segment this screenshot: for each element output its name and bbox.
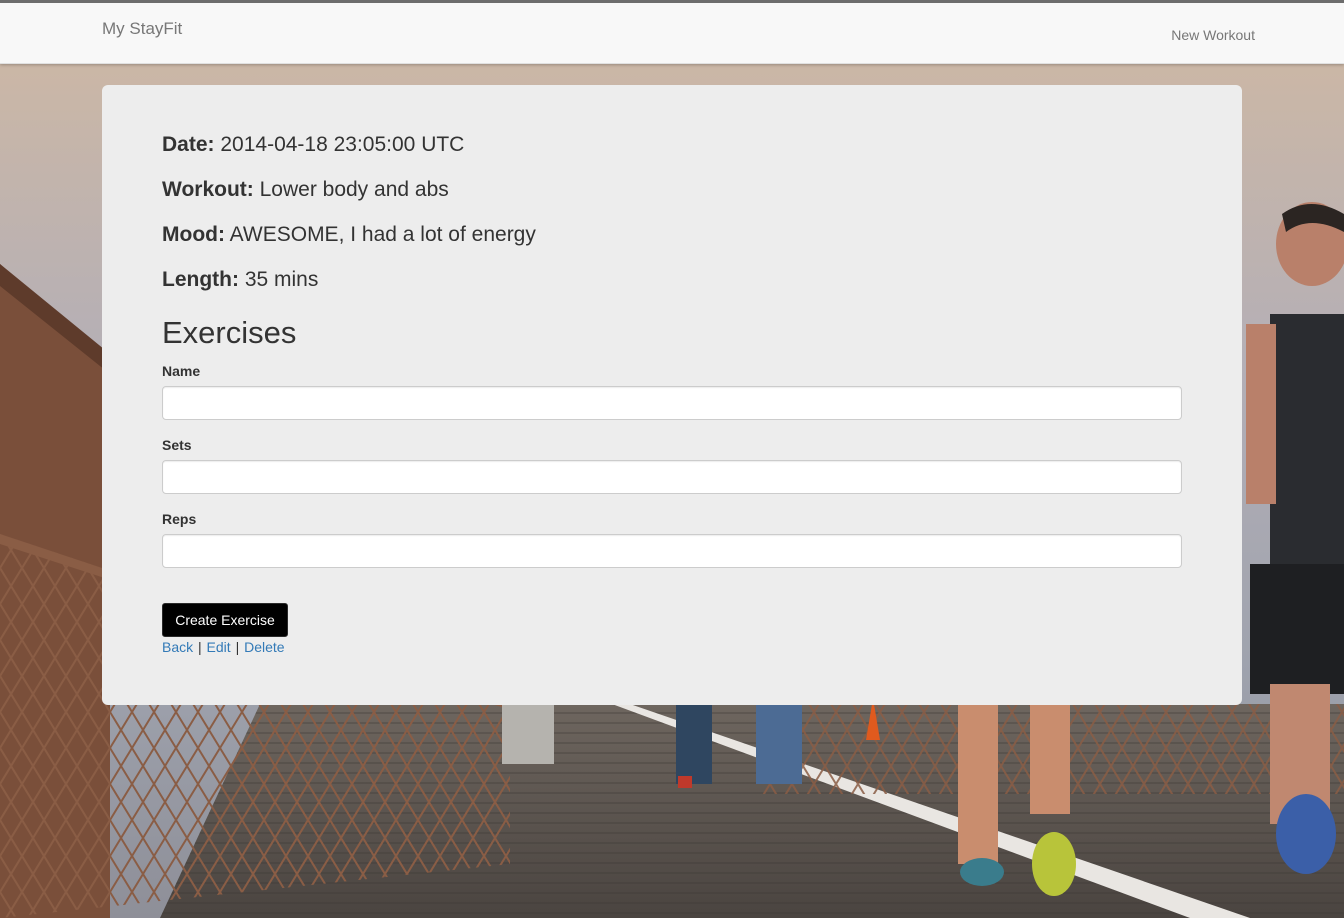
date-label: Date: xyxy=(162,133,215,156)
name-label: Name xyxy=(162,363,201,379)
brand-link[interactable]: My StayFit xyxy=(102,19,182,39)
sets-label: Sets xyxy=(162,437,192,453)
length-value: 35 mins xyxy=(244,268,319,291)
reps-label: Reps xyxy=(162,511,197,527)
mood-value: AWESOME, I had a lot of energy xyxy=(229,223,536,246)
length-label: Length: xyxy=(162,268,239,291)
workout-value: Lower body and abs xyxy=(259,178,449,201)
back-link[interactable]: Back xyxy=(162,639,193,655)
date-value: 2014-04-18 23:05:00 UTC xyxy=(220,133,465,156)
mood-label: Mood: xyxy=(162,223,225,246)
action-links: Back | Edit | Delete xyxy=(162,639,285,655)
create-exercise-button[interactable]: Create Exercise xyxy=(162,603,288,637)
delete-link[interactable]: Delete xyxy=(244,639,284,655)
top-navbar: My StayFit New Workout xyxy=(0,0,1344,64)
workout-date: Date: 2014-04-18 23:05:00 UTC xyxy=(162,133,464,157)
workout-mood: Mood: AWESOME, I had a lot of energy xyxy=(162,223,536,247)
edit-link[interactable]: Edit xyxy=(207,639,231,655)
exercise-name-input[interactable] xyxy=(162,386,1182,420)
link-separator: | xyxy=(235,639,240,655)
workout-detail-panel: Date: 2014-04-18 23:05:00 UTC Workout: L… xyxy=(102,85,1242,705)
workout-name: Workout: Lower body and abs xyxy=(162,178,449,202)
link-separator: | xyxy=(198,639,202,655)
workout-length: Length: 35 mins xyxy=(162,268,318,292)
new-workout-link[interactable]: New Workout xyxy=(1171,27,1255,43)
exercises-heading: Exercises xyxy=(162,315,297,350)
workout-label: Workout: xyxy=(162,178,254,201)
exercise-sets-input[interactable] xyxy=(162,460,1182,494)
exercise-reps-input[interactable] xyxy=(162,534,1182,568)
